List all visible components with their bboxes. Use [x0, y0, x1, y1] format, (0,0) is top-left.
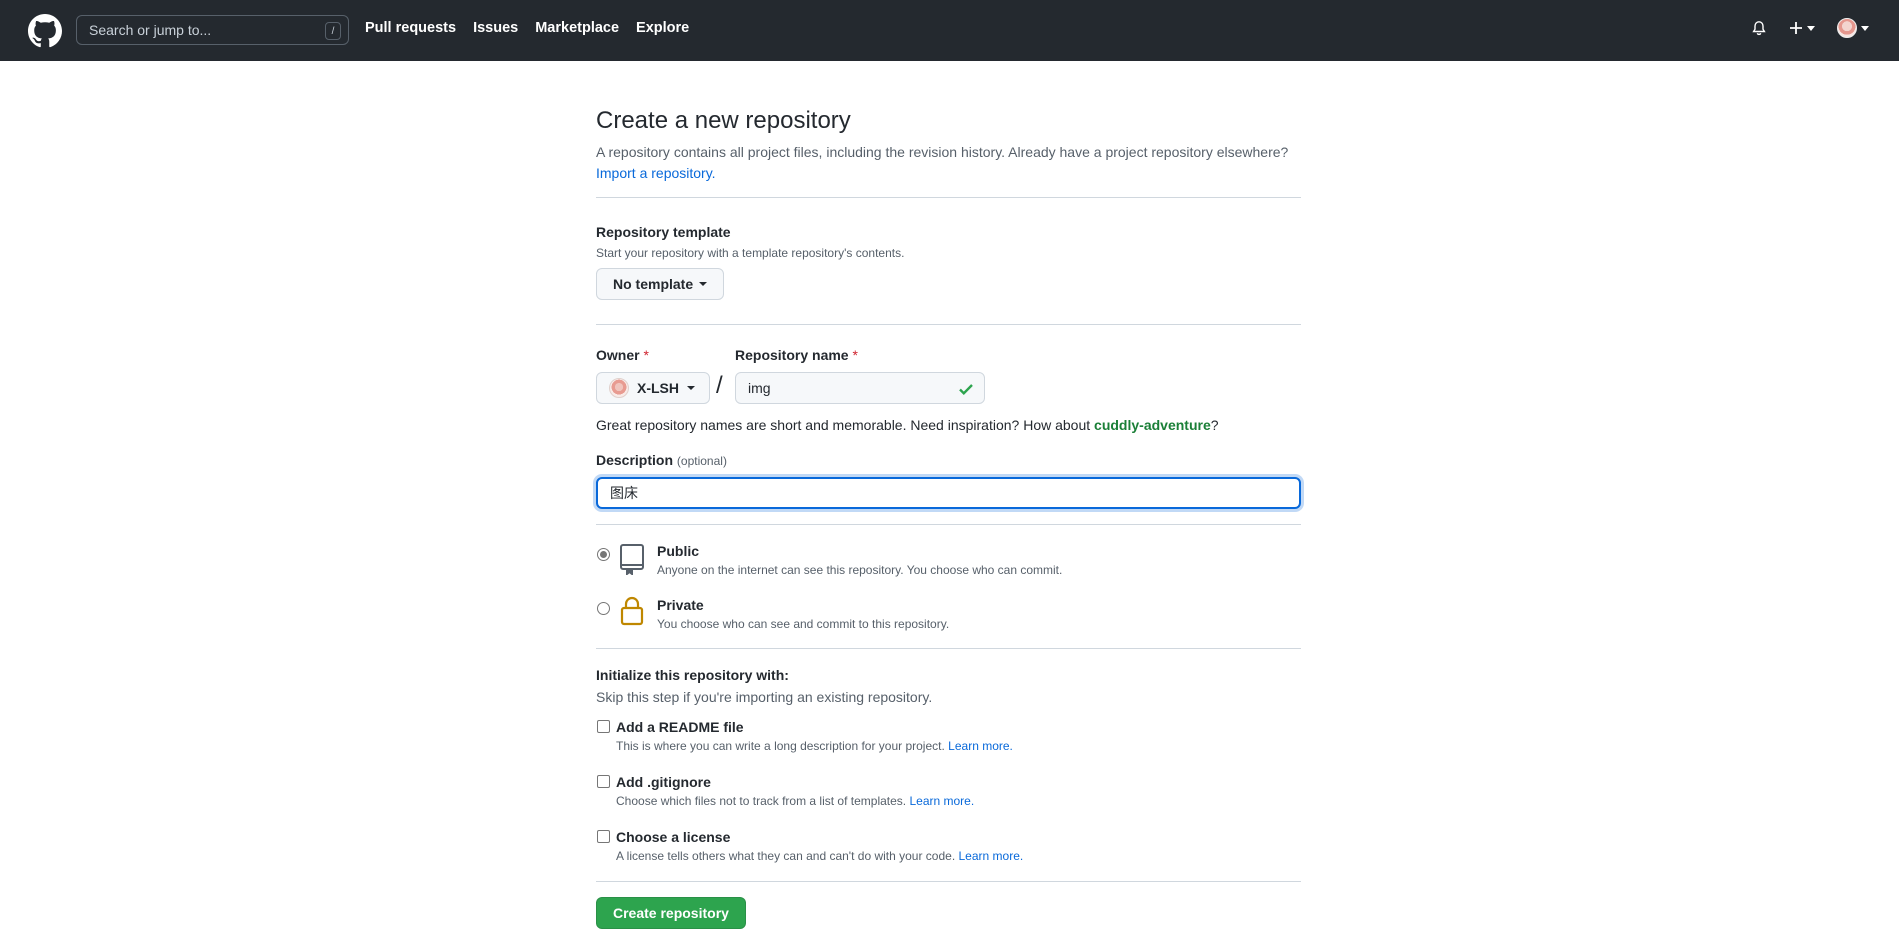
lock-icon — [620, 596, 644, 626]
template-button-label: No template — [613, 276, 694, 292]
public-title: Public — [657, 543, 700, 559]
owner-repo-separator: / — [716, 372, 723, 399]
github-logo-icon[interactable] — [28, 14, 62, 48]
gitignore-learn-more-link[interactable]: Learn more. — [909, 794, 974, 808]
divider — [596, 648, 1301, 649]
user-menu[interactable] — [1837, 18, 1869, 38]
readme-learn-more-link[interactable]: Learn more. — [948, 739, 1013, 753]
bell-icon[interactable] — [1751, 19, 1767, 37]
check-icon — [959, 384, 973, 396]
create-new-menu[interactable] — [1789, 21, 1815, 35]
gitignore-checkbox[interactable] — [597, 775, 610, 788]
divider — [596, 324, 1301, 325]
gitignore-desc: Choose which files not to track from a l… — [616, 794, 907, 808]
search-placeholder: Search or jump to... — [89, 22, 212, 38]
chevron-down-icon — [699, 282, 708, 286]
readme-desc: This is where you can write a long descr… — [616, 739, 945, 753]
license-desc: A license tells others what they can and… — [616, 849, 956, 863]
divider — [596, 524, 1301, 525]
owner-avatar — [609, 378, 629, 398]
repo-name-value: img — [748, 380, 771, 396]
nav-explore[interactable]: Explore — [636, 20, 689, 36]
page-title: Create a new repository — [596, 107, 851, 134]
header-actions — [1751, 18, 1869, 38]
divider — [596, 881, 1301, 882]
divider — [596, 197, 1301, 198]
private-radio[interactable] — [597, 602, 610, 615]
nav-pull-requests[interactable]: Pull requests — [365, 20, 456, 36]
private-desc: You choose who can see and commit to thi… — [657, 617, 950, 631]
nav-marketplace[interactable]: Marketplace — [535, 20, 619, 36]
owner-dropdown[interactable]: X-LSH — [596, 372, 710, 404]
description-input[interactable]: 图床 — [596, 477, 1301, 509]
chevron-down-icon — [1861, 25, 1869, 31]
repo-name-label: Repository name * — [735, 347, 858, 363]
readme-title: Add a README file — [616, 719, 744, 735]
owner-label: Owner * — [596, 347, 649, 363]
license-learn-more-link[interactable]: Learn more. — [959, 849, 1024, 863]
owner-value: X-LSH — [637, 380, 679, 396]
template-section: Repository template Start your repositor… — [596, 224, 904, 300]
private-title: Private — [657, 597, 704, 613]
license-checkbox[interactable] — [597, 830, 610, 843]
suggested-name-link[interactable]: cuddly-adventure — [1094, 417, 1211, 433]
nav-issues[interactable]: Issues — [473, 20, 518, 36]
header-nav: Pull requests Issues Marketplace Explore — [365, 20, 689, 36]
plus-icon — [1790, 22, 1802, 34]
template-label: Repository template — [596, 224, 731, 240]
subtitle-text: A repository contains all project files,… — [596, 144, 1289, 160]
template-dropdown[interactable]: No template — [596, 268, 725, 300]
avatar — [1837, 18, 1857, 38]
search-shortcut-key: / — [325, 22, 341, 40]
public-radio[interactable] — [597, 548, 610, 561]
chevron-down-icon — [687, 386, 695, 390]
gitignore-title: Add .gitignore — [616, 774, 711, 790]
repo-icon — [620, 544, 644, 575]
search-input[interactable]: Search or jump to... / — [76, 15, 349, 45]
new-repo-form: Create a new repository A repository con… — [596, 108, 1301, 184]
public-desc: Anyone on the internet can see this repo… — [657, 563, 1063, 577]
template-sub: Start your repository with a template re… — [596, 246, 905, 260]
top-header: Search or jump to... / Pull requests Iss… — [0, 0, 1899, 61]
create-repository-button[interactable]: Create repository — [596, 897, 746, 929]
import-repository-link[interactable]: Import a repository. — [596, 165, 716, 181]
init-section-sub: Skip this step if you're importing an ex… — [596, 689, 933, 705]
repo-name-suggestion: Great repository names are short and mem… — [596, 417, 1219, 433]
chevron-down-icon — [1807, 25, 1815, 31]
readme-checkbox[interactable] — [597, 720, 610, 733]
description-value: 图床 — [610, 485, 638, 501]
license-title: Choose a license — [616, 829, 731, 845]
init-section-title: Initialize this repository with: — [596, 667, 789, 683]
page-subtitle: A repository contains all project files,… — [596, 142, 1301, 184]
description-label: Description (optional) — [596, 452, 727, 468]
repo-name-input[interactable]: img — [735, 372, 985, 404]
